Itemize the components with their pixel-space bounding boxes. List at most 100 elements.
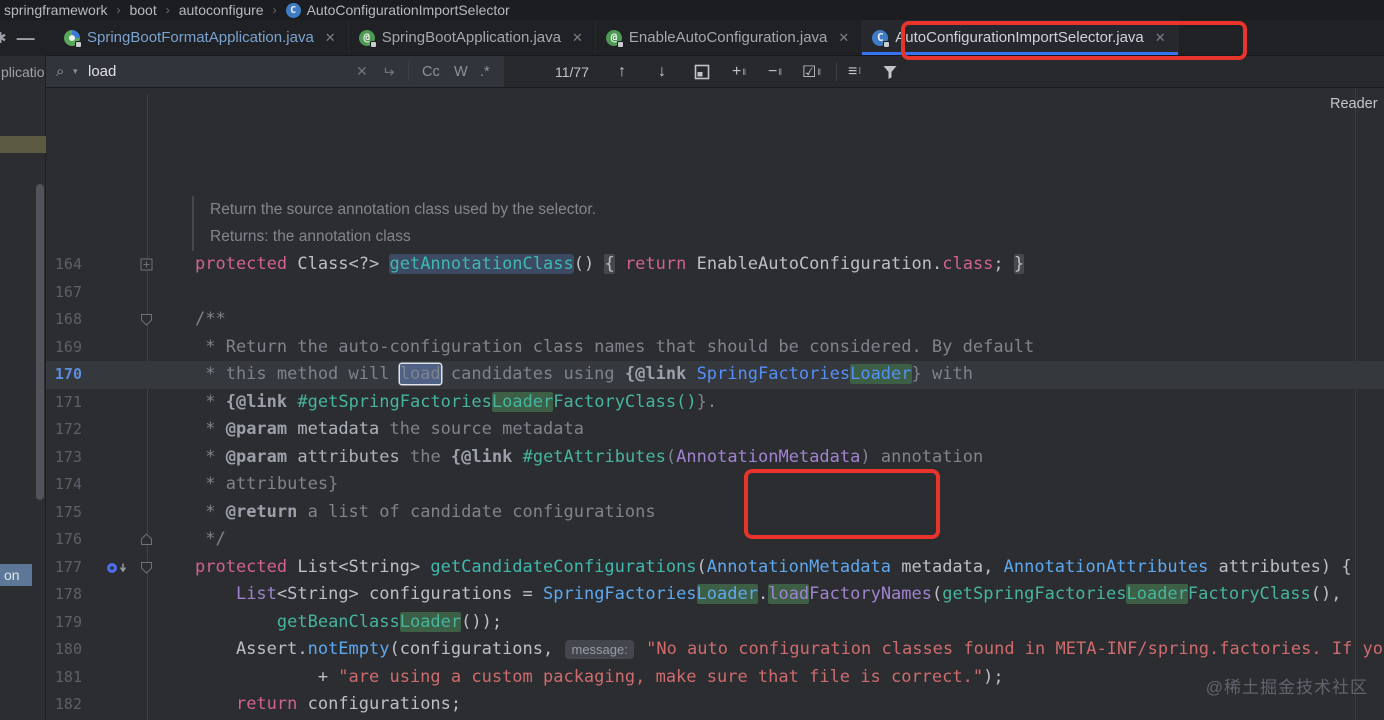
match-case-toggle[interactable]: Cc <box>422 56 440 87</box>
overridden-method-icon[interactable] <box>106 561 132 580</box>
line-number: 172 <box>54 420 82 438</box>
code-text: return configurations; <box>235 694 462 714</box>
open-in-find-window-icon[interactable] <box>694 56 710 87</box>
code-line-175[interactable]: 175 * @return a list of candidate config… <box>46 499 1384 527</box>
code-line-176[interactable]: 176 */ <box>46 526 1384 554</box>
code-text: * @param attributes the {@link #getAttri… <box>195 446 984 467</box>
line-number: 178 <box>54 585 82 603</box>
code-line-168[interactable]: 168 /** <box>46 306 1384 334</box>
close-tab-icon[interactable]: ✕ <box>325 30 336 46</box>
search-history-caret-icon[interactable]: ▾ <box>73 56 78 87</box>
code-text: * Return the auto-configuration class na… <box>195 336 1035 357</box>
doc-text: Returns: the annotation class <box>192 223 411 251</box>
readonly-lock-badge <box>883 40 891 48</box>
line-number: 175 <box>54 502 82 521</box>
code-line-174[interactable]: 174 * attributes} <box>46 471 1384 499</box>
code-text: * this method will load candidates using… <box>195 364 973 384</box>
project-tree-highlight-bar <box>0 136 46 153</box>
search-input[interactable] <box>88 56 338 87</box>
class-file-icon: C <box>872 29 891 48</box>
search-bar: ⌕ ▾ ✕ ↵ Cc W .* 11/77 ↑ ↓ +‖ −‖ ☑‖ ≡I <box>46 56 1384 88</box>
line-number: 180 <box>54 640 82 658</box>
line-number: 164 <box>54 255 82 273</box>
line-number: 174 <box>54 475 82 493</box>
panel-scrollbar[interactable] <box>36 184 44 500</box>
code-line-178[interactable]: 178 List<String> configurations = Spring… <box>46 581 1384 609</box>
line-number: 179 <box>54 612 82 631</box>
code-line-167[interactable]: 167 <box>46 279 1384 307</box>
panel-tool-row: ✱ — <box>0 20 46 56</box>
line-number: 173 <box>54 447 82 466</box>
rendered-doc-row[interactable]: Return the source annotation class used … <box>46 196 1384 224</box>
project-panel-strip: ✱ — plicatio on <box>0 20 46 720</box>
code-line-177[interactable]: 177 protected List<String> getCandidateCo… <box>46 554 1384 582</box>
close-tab-icon[interactable]: ✕ <box>572 30 583 46</box>
code-editor[interactable]: Reader Return the source annotation clas… <box>46 88 1384 720</box>
ide-window: springframework › boot › autoconfigure › C Auto… <box>0 0 1384 720</box>
clear-search-icon[interactable]: ✕ <box>356 56 368 87</box>
close-tab-icon[interactable]: ✕ <box>838 30 849 46</box>
insert-newline-icon[interactable]: ↵ <box>382 56 395 87</box>
tab-label: SpringBootApplication.java <box>381 29 561 46</box>
line-number: 167 <box>54 282 82 301</box>
doc-text: Return the source annotation class used … <box>192 196 596 224</box>
tab-label: SpringBootFormatApplication.java <box>87 29 314 46</box>
code-line-181[interactable]: 181 + "are using a custom packaging, mak… <box>46 664 1384 692</box>
fold-marker-icon[interactable] <box>140 313 153 331</box>
line-number: 169 <box>54 337 82 356</box>
code-text: + "are using a custom packaging, make su… <box>195 666 1004 687</box>
code-line-164[interactable]: 164 protected Class<?> getAnnotationClass… <box>46 251 1384 279</box>
add-occurrence-button[interactable]: + ‖ <box>732 56 747 87</box>
code-text: * {@link #getSpringFactoriesLoaderFactor… <box>195 391 718 412</box>
project-tree-selected-item[interactable]: on <box>0 564 32 586</box>
breadcrumb-separator-icon: › <box>272 3 277 17</box>
remove-occurrence-button[interactable]: − ‖ <box>768 56 783 87</box>
line-number: 170 <box>54 365 82 383</box>
code-text: List<String> configurations = SpringFact… <box>235 584 1342 604</box>
filter-lines-icon[interactable]: ≡ I <box>848 56 861 87</box>
next-occurrence-button[interactable]: ↓ <box>658 56 666 87</box>
readonly-lock-badge <box>75 40 82 48</box>
filter-icon[interactable] <box>882 56 898 87</box>
code-line-180[interactable]: 180 Assert.notEmpty(configurations, mess… <box>46 636 1384 664</box>
minimize-icon[interactable]: — <box>17 28 35 49</box>
breadcrumb-item-AutoConfigurationImportSelector[interactable]: AutoConfigurationImportSelector <box>307 2 510 18</box>
editor-tab-EnableAutoConfiguration.java[interactable]: @ EnableAutoConfiguration.java ✕ <box>596 20 863 55</box>
code-line-170[interactable]: 170 * this method will load candidates u… <box>46 361 1384 389</box>
code-line-182[interactable]: 182 return configurations; <box>46 691 1384 719</box>
breadcrumb-separator-icon: › <box>165 3 170 17</box>
breadcrumb-item-autoconfigure[interactable]: autoconfigure <box>179 2 264 18</box>
breadcrumb-item-boot[interactable]: boot <box>129 2 156 18</box>
fold-marker-icon[interactable] <box>140 533 153 551</box>
editor-tab-AutoConfigurationImportSelector.java[interactable]: C AutoConfigurationImportSelector.java ✕ <box>862 20 1179 55</box>
editor-tab-SpringBootFormatApplication.java[interactable]: SpringBootFormatApplication.java ✕ <box>54 20 349 55</box>
words-toggle[interactable]: W <box>454 56 468 87</box>
fold-marker-icon[interactable] <box>140 561 153 579</box>
readonly-lock-badge <box>369 40 377 48</box>
code-line-179[interactable]: 179 getBeanClassLoader()); <box>46 609 1384 637</box>
editor-tab-SpringBootApplication.java[interactable]: @ SpringBootApplication.java ✕ <box>349 20 596 55</box>
separator <box>836 62 837 81</box>
reader-mode-label[interactable]: Reader <box>1330 96 1378 112</box>
project-tree-item-clipped[interactable]: plicatio <box>1 64 46 80</box>
previous-occurrence-button[interactable]: ↑ <box>618 56 626 87</box>
line-number: 168 <box>54 310 82 328</box>
rendered-doc-row[interactable]: Returns: the annotation class <box>46 223 1384 251</box>
code-line-173[interactable]: 173 * @param attributes the {@link #getA… <box>46 444 1384 472</box>
line-number: 171 <box>54 392 82 411</box>
breadcrumb-item-springframework[interactable]: springframework <box>4 2 107 18</box>
code-text: * @param metadata the source metadata <box>195 419 584 439</box>
code-line-171[interactable]: 171 * {@link #getSpringFactoriesLoaderFa… <box>46 389 1384 417</box>
close-tab-icon[interactable]: ✕ <box>1155 30 1166 46</box>
annotation-file-icon: @ <box>605 29 624 48</box>
line-number: 182 <box>54 695 82 713</box>
code-line-172[interactable]: 172 * @param metadata the source metadat… <box>46 416 1384 444</box>
code-line-169[interactable]: 169 * Return the auto-configuration clas… <box>46 334 1384 362</box>
editor-tab-bar: SpringBootFormatApplication.java ✕ @ Spring… <box>46 20 1384 56</box>
code-text: protected Class<?> getAnnotationClass() … <box>195 254 1025 274</box>
fold-marker-icon[interactable] <box>140 258 153 276</box>
regex-toggle[interactable]: .* <box>480 56 490 87</box>
settings-star-icon[interactable]: ✱ <box>0 29 7 47</box>
select-all-occurrences-button[interactable]: ☑ ‖ <box>802 56 822 87</box>
code-text: * attributes} <box>195 474 339 494</box>
